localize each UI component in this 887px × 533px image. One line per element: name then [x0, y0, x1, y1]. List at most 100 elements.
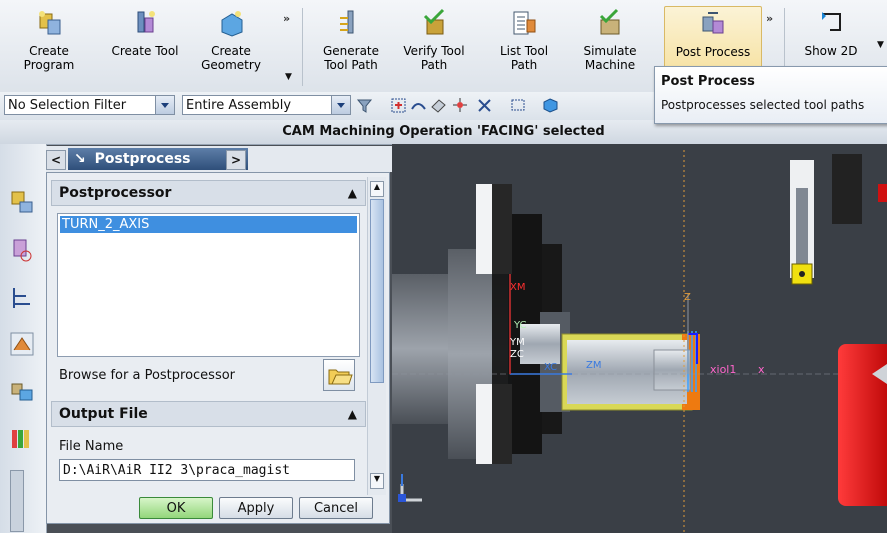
- list-label1: List Tool: [499, 44, 549, 58]
- spindle: [392, 274, 452, 424]
- selection-filter-value: No Selection Filter: [8, 98, 127, 113]
- post-process-icon: [702, 12, 724, 34]
- label-x: x: [758, 363, 765, 376]
- curve-rule-icon[interactable]: [410, 97, 427, 114]
- selection-scope-dropdown[interactable]: Entire Assembly: [182, 95, 351, 115]
- verify-tool-path-icon: [423, 8, 445, 35]
- simulate-label2: Machine: [584, 58, 636, 72]
- label-xm: XM: [510, 282, 525, 293]
- tooltip-description: Postprocesses selected tool paths: [661, 98, 865, 112]
- machining-method-view-icon[interactable]: [8, 330, 36, 358]
- dialog-pin-icon[interactable]: ↘: [74, 151, 86, 167]
- generate-tool-path-button[interactable]: Generate Tool Path: [314, 6, 388, 88]
- folder-open-icon: [328, 369, 353, 385]
- scroll-down-icon[interactable]: ▼: [370, 473, 384, 489]
- apply-button[interactable]: Apply: [219, 497, 293, 519]
- label-xc: XC: [544, 362, 557, 373]
- generate-tool-path-icon: [340, 10, 354, 34]
- cancel-button[interactable]: Cancel: [299, 497, 373, 519]
- post-process-tooltip: Post Process Postprocesses selected tool…: [654, 66, 887, 124]
- create-tool-icon: [137, 11, 155, 33]
- label-yc: YC: [513, 320, 527, 331]
- file-name-input[interactable]: D:\AiR\AiR II2 3\praca_magist: [59, 459, 355, 481]
- selection-scope-value: Entire Assembly: [186, 98, 292, 113]
- postprocessor-group-header[interactable]: Postprocessor ▲: [51, 180, 366, 206]
- show-2d-label: Show 2D: [804, 44, 858, 58]
- verify-label2: Path: [420, 58, 448, 72]
- tab-next-button[interactable]: >: [226, 150, 246, 170]
- simulate-machine-button[interactable]: Simulate Machine: [570, 6, 650, 88]
- create-geometry-label1: Create: [211, 44, 251, 58]
- snap-point-icon[interactable]: [452, 97, 469, 114]
- ribbon-separator: [302, 8, 303, 86]
- create-tool-button[interactable]: Create Tool: [100, 6, 190, 88]
- label-ym: YM: [509, 337, 525, 348]
- collapse-icon[interactable]: ▲: [348, 181, 357, 205]
- tab-postprocess[interactable]: ↘ Postprocess ✖: [68, 148, 248, 170]
- ribbon-dropdown-arrow-icon-2[interactable]: ▼: [877, 40, 884, 50]
- create-program-icon: [39, 11, 61, 35]
- output-file-header-label: Output File: [59, 406, 148, 422]
- dialog-scrollbar[interactable]: ▲ ▼: [367, 177, 386, 495]
- post-process-label: Post Process: [675, 45, 751, 59]
- create-program-label1: Create: [29, 44, 69, 58]
- library-icon[interactable]: [8, 424, 36, 452]
- create-program-button[interactable]: Create Program: [18, 6, 80, 88]
- simulate-label1: Simulate: [583, 44, 637, 58]
- ribbon-dropdown-arrow-icon[interactable]: ▼: [285, 72, 292, 82]
- tailstock: [838, 344, 887, 506]
- resource-bar-scroll[interactable]: [10, 470, 24, 532]
- tab-prev-button[interactable]: <: [46, 150, 66, 170]
- browse-button[interactable]: [323, 359, 355, 391]
- filter-icon[interactable]: [356, 97, 373, 114]
- ok-button[interactable]: OK: [139, 497, 213, 519]
- list-label2: Path: [510, 58, 538, 72]
- assembly-navigator-icon[interactable]: [8, 376, 36, 404]
- selection-filter-dropdown[interactable]: No Selection Filter: [4, 95, 175, 115]
- label-zc: ZC: [510, 349, 524, 360]
- lathe-model: XM YC YM ZC XC ZM Z xiol1 x: [392, 144, 887, 533]
- graphics-viewport[interactable]: XM YC YM ZC XC ZM Z xiol1 x: [392, 144, 887, 533]
- file-name-label: File Name: [59, 439, 124, 454]
- label-z: Z: [684, 292, 691, 303]
- tab-postprocess-label: Postprocess: [94, 151, 191, 167]
- machine-tool-view-icon[interactable]: [8, 236, 36, 264]
- generate-label1: Generate: [322, 44, 380, 58]
- show-2d-icon: [822, 12, 841, 31]
- postprocessor-list[interactable]: TURN_2_AXIS: [57, 213, 360, 357]
- list-tool-path-button[interactable]: List Tool Path: [488, 6, 560, 88]
- status-message: CAM Machining Operation 'FACING' selecte…: [282, 124, 605, 139]
- verify-label1: Verify Tool: [403, 44, 465, 58]
- create-geometry-label2: Geometry: [201, 58, 261, 72]
- scroll-thumb[interactable]: [370, 199, 384, 383]
- select-all-icon[interactable]: [390, 97, 407, 114]
- browse-label: Browse for a Postprocessor: [59, 368, 236, 383]
- chevron-down-icon[interactable]: [155, 96, 174, 114]
- scroll-up-icon[interactable]: ▲: [370, 181, 384, 197]
- output-file-group-header[interactable]: Output File ▲: [51, 401, 366, 427]
- ribbon-more-1[interactable]: »: [283, 12, 290, 25]
- face-rule-icon[interactable]: [430, 97, 447, 114]
- create-program-label2: Program: [23, 58, 75, 72]
- resource-bar: [0, 144, 47, 533]
- tooltip-title: Post Process: [661, 74, 755, 89]
- create-tool-label: Create Tool: [111, 44, 179, 58]
- geometry-view-icon[interactable]: [8, 284, 36, 312]
- list-tool-path-icon: [513, 11, 536, 35]
- postprocess-dialog: Postprocessor ▲ TURN_2_AXIS Browse for a…: [46, 172, 390, 524]
- dialog-tab-bar: < ↘ Postprocess ✖ >: [46, 146, 392, 172]
- label-xiol1: xiol1: [710, 363, 736, 376]
- intersection-icon[interactable]: [476, 97, 493, 114]
- collapse-icon[interactable]: ▲: [348, 402, 357, 426]
- verify-tool-path-button[interactable]: Verify Tool Path: [396, 6, 472, 88]
- label-zm: ZM: [586, 360, 601, 371]
- create-geometry-icon: [221, 11, 243, 37]
- program-order-view-icon[interactable]: [8, 188, 36, 216]
- create-geometry-button[interactable]: Create Geometry: [196, 6, 266, 88]
- ribbon-more-2[interactable]: »: [766, 12, 773, 25]
- rectangle-select-icon[interactable]: [510, 97, 527, 114]
- cube-icon[interactable]: [542, 97, 559, 114]
- list-item[interactable]: TURN_2_AXIS: [60, 216, 357, 233]
- postprocessor-header-label: Postprocessor: [59, 185, 172, 201]
- chevron-down-icon[interactable]: [331, 96, 350, 114]
